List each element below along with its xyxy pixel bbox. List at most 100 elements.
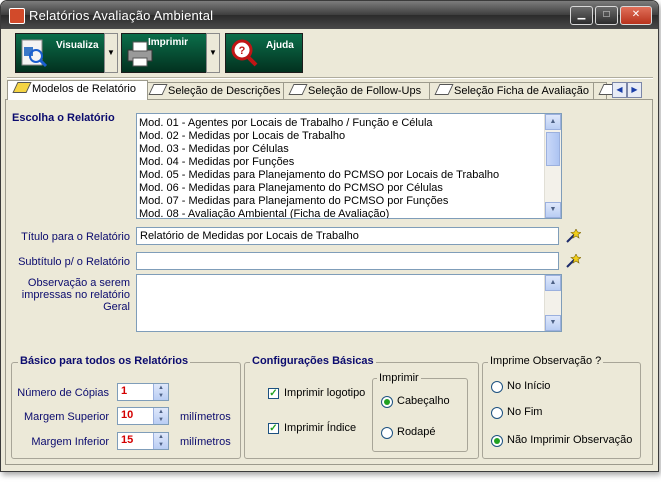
wand-icon[interactable] [565,229,581,243]
scroll-up-button[interactable]: ▲ [545,275,561,291]
tab-hidden[interactable] [593,82,618,99]
visualiza-dropdown[interactable]: ▼ [104,33,118,73]
chevron-down-icon: ▼ [158,393,164,399]
tab-doc-icon [148,84,168,95]
footer-radio[interactable] [381,427,393,439]
chevron-down-icon: ▼ [549,319,557,326]
bottom-margin-label: Margem Inferior [31,436,109,448]
observation-textarea[interactable]: ▲ ▼ [136,274,562,332]
maximize-button[interactable]: □ [595,6,618,25]
ajuda-button[interactable]: ? Ajuda [225,33,303,73]
observation-scrollbar[interactable]: ▲ ▼ [544,275,561,331]
list-item[interactable]: Mod. 05 - Medidas para Planejamento do P… [139,169,499,182]
wand-icon[interactable] [565,254,581,268]
chevron-up-icon: ▲ [549,118,557,125]
scroll-down-button[interactable]: ▼ [545,202,561,218]
obs-end-radio[interactable] [491,407,503,419]
check-icon: ✓ [269,423,278,434]
tab-doc-icon [434,84,454,95]
obs-none-radio[interactable] [491,435,503,447]
print-position-group: Imprimir Cabeçalho Rodapé [372,372,468,452]
top-margin-label: Margem Superior [24,411,109,423]
tab-ficha-avaliacao[interactable]: Seleção Ficha de Avaliação [429,82,596,99]
imprimir-dropdown[interactable]: ▼ [206,33,220,73]
subtitle-field-label: Subtítulo p/ o Relatório [18,256,130,268]
title-field-label: Título para o Relatório [21,231,130,243]
obs-print-title: Imprime Observação ? [488,355,604,367]
toolbar-separator [7,77,653,79]
print-index-checkbox[interactable]: ✓ [268,423,279,434]
tab-descricoes[interactable]: Seleção de Descrições [143,82,287,99]
report-listbox[interactable]: Mod. 01 - Agentes por Locais de Trabalho… [136,113,562,219]
list-item[interactable]: Mod. 01 - Agentes por Locais de Trabalho… [139,117,499,130]
spin-buttons[interactable]: ▲ ▼ [153,384,168,400]
check-icon: ✓ [269,388,278,399]
obs-print-group: Imprime Observação ? No Início No Fim Nã… [482,355,641,459]
chevron-up-icon: ▲ [549,279,557,286]
tab-label: Seleção de Follow-Ups [308,85,422,97]
obs-none-label: Não Imprimir Observação [507,434,633,446]
ajuda-label: Ajuda [266,40,294,51]
obs-start-label: No Início [507,380,551,392]
print-logo-checkbox[interactable]: ✓ [268,388,279,399]
chevron-up-icon: ▲ [158,434,164,440]
tab-panel: Escolha o Relatório Mod. 01 - Agentes po… [5,99,653,465]
chevron-down-icon: ▼ [107,48,115,57]
print-index-label: Imprimir Índice [284,422,357,434]
report-title-input[interactable]: Relatório de Medidas por Locais de Traba… [136,227,559,245]
tab-label: Seleção Ficha de Avaliação [454,85,589,97]
app-icon [9,8,25,24]
imprimir-button[interactable]: Imprimir [121,33,207,73]
header-radio[interactable] [381,396,393,408]
help-magnifier-icon: ? [231,39,258,67]
list-item[interactable]: Mod. 02 - Medidas por Locais de Trabalho [139,130,499,143]
window-title: Relatórios Avaliação Ambiental [29,8,214,23]
choose-report-label: Escolha o Relatório [12,112,115,124]
tab-scroll-right[interactable]: ▶ [627,82,642,98]
tab-modelos[interactable]: Modelos de Relatório [7,80,148,100]
scroll-down-button[interactable]: ▼ [545,315,561,331]
copies-spinner[interactable]: 1 ▲ ▼ [117,383,169,401]
report-subtitle-input[interactable] [136,252,559,270]
basic-settings-group: Básico para todos os Relatórios Número d… [11,355,241,459]
top-margin-spinner[interactable]: 10 ▲ ▼ [117,407,169,425]
visualiza-button[interactable]: Visualiza [15,33,105,73]
chevron-down-icon: ▼ [549,206,557,213]
scroll-up-button[interactable]: ▲ [545,114,561,130]
obs-end-label: No Fim [507,406,543,418]
close-button[interactable]: ✕ [620,6,652,25]
arrow-right-icon: ▶ [631,85,638,94]
report-items: Mod. 01 - Agentes por Locais de Trabalho… [139,117,499,218]
spin-buttons[interactable]: ▲ ▼ [153,433,168,449]
list-item[interactable]: Mod. 04 - Medidas por Funções [139,156,499,169]
footer-radio-label: Rodapé [397,426,436,438]
list-item[interactable]: Mod. 03 - Medidas por Células [139,143,499,156]
list-item[interactable]: Mod. 07 - Medidas para Planejamento do P… [139,195,499,208]
imprimir-label: Imprimir [148,37,189,48]
tab-scroll-left[interactable]: ◀ [612,82,627,98]
chevron-up-icon: ▲ [158,409,164,415]
chevron-up-icon: ▲ [158,385,164,391]
report-list-scrollbar[interactable]: ▲ ▼ [544,114,561,218]
observation-field-label: Observação a serem impressas no relatóri… [21,277,130,313]
visualiza-icon [21,39,48,68]
spin-buttons[interactable]: ▲ ▼ [153,408,168,424]
scroll-thumb[interactable] [546,132,560,166]
minimize-button[interactable]: ▁ [570,6,593,25]
copies-label: Número de Cópias [17,387,109,399]
tab-doc-icon [288,84,308,95]
chevron-down-icon: ▼ [209,48,217,57]
svg-text:?: ? [239,45,246,57]
top-margin-unit: milímetros [180,411,231,423]
arrow-left-icon: ◀ [616,85,623,94]
header-radio-label: Cabeçalho [397,395,450,407]
title-bar[interactable]: Relatórios Avaliação Ambiental ▁ □ ✕ [1,1,658,29]
list-item[interactable]: Mod. 08 - Avaliação Ambiental (Ficha de … [139,208,499,218]
tab-doc-icon [12,82,32,93]
config-group: Configurações Básicas ✓ Imprimir logotip… [244,355,479,459]
tab-follow-ups[interactable]: Seleção de Follow-Ups [283,82,433,99]
bottom-margin-spinner[interactable]: 15 ▲ ▼ [117,432,169,450]
tab-label: Seleção de Descrições [168,85,281,97]
list-item[interactable]: Mod. 06 - Medidas para Planejamento do P… [139,182,499,195]
obs-start-radio[interactable] [491,381,503,393]
